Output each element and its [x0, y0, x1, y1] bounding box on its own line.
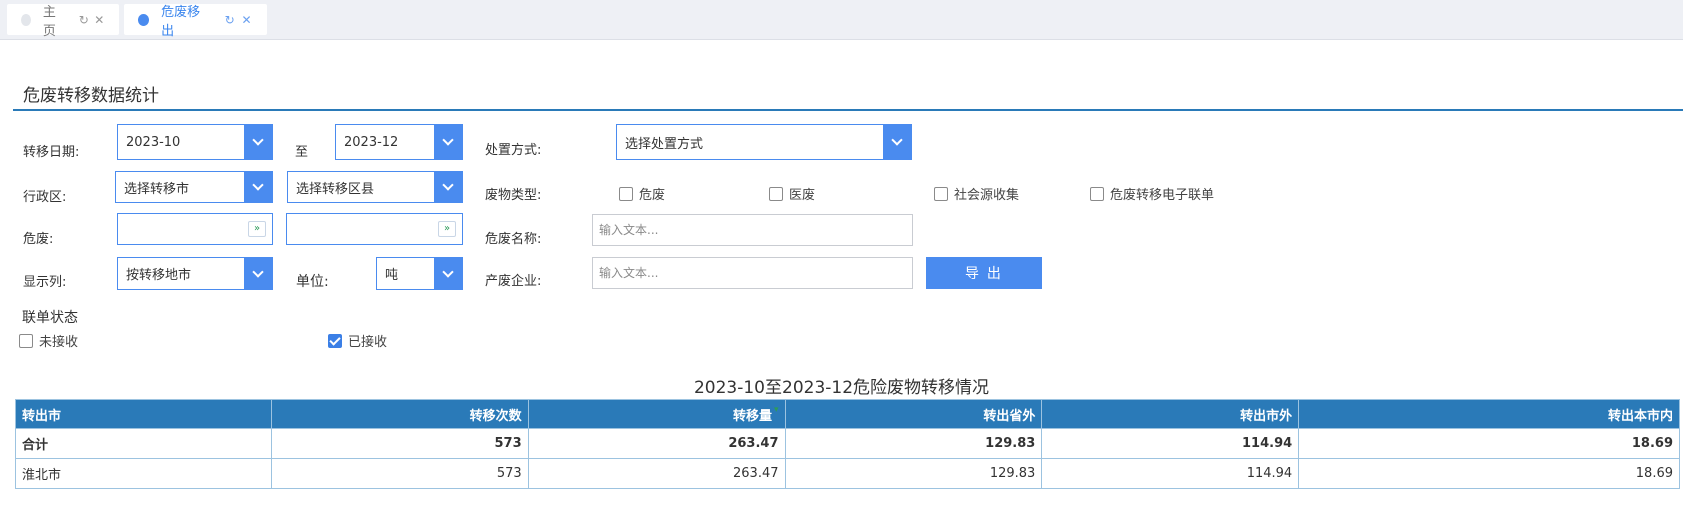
close-icon[interactable]: ✕ [240, 13, 253, 27]
date-to-select[interactable]: 2023-12 [335, 124, 463, 160]
table-cell: 129.83 [784, 458, 1043, 489]
waste-type-label: 废物类型: [485, 188, 542, 203]
checkbox-box[interactable] [934, 186, 948, 201]
date-to-value: 2023-12 [344, 134, 399, 150]
checkbox-label: 已接收 [348, 335, 388, 350]
tab-label: 主页 [42, 4, 56, 39]
city-value: 选择转移市 [124, 181, 190, 197]
table-row-total: 合计 573 263.47 129.83 114.94 18.69 [15, 428, 1680, 459]
hazard-code-combo[interactable]: » [286, 213, 463, 245]
table-cell: 263.47 [527, 458, 786, 489]
column-header[interactable]: 转移次数 [270, 399, 529, 429]
checkbox-box[interactable] [769, 186, 783, 201]
hazard-label: 危废: [23, 232, 54, 247]
chevron-down-icon[interactable] [434, 125, 462, 159]
tab-label: 危废移出 [161, 4, 201, 39]
county-select[interactable]: 选择转移区县 [287, 171, 463, 203]
refresh-icon[interactable]: ↻ [223, 13, 236, 27]
disposal-select[interactable]: 选择处置方式 [616, 124, 912, 160]
chevron-down-icon[interactable] [244, 258, 272, 289]
table-cell: 114.94 [1041, 458, 1300, 489]
disposal-value: 选择处置方式 [625, 136, 704, 152]
checkbox-label: 未接收 [39, 335, 79, 350]
chevron-down-icon[interactable] [434, 258, 462, 289]
double-chevron-icon[interactable]: » [248, 221, 266, 237]
column-header[interactable]: 转出省外 [784, 399, 1043, 429]
checkbox-box[interactable] [619, 186, 633, 201]
waste-type-medical-checkbox[interactable]: 医废 [769, 184, 815, 203]
city-select[interactable]: 选择转移市 [115, 171, 273, 203]
table-cell: 18.69 [1298, 458, 1680, 489]
table-cell: 129.83 [784, 428, 1043, 459]
chevron-down-icon[interactable] [244, 125, 272, 159]
status-label: 联单状态 [22, 310, 78, 326]
checkbox-label: 危废 [639, 188, 666, 203]
export-button[interactable]: 导 出 [926, 257, 1042, 289]
unit-value: 吨 [385, 268, 399, 283]
table-row[interactable]: 淮北市 573 263.47 129.83 114.94 18.69 [15, 458, 1680, 489]
double-chevron-icon[interactable]: » [438, 221, 456, 237]
display-col-label: 显示列: [23, 275, 67, 290]
waste-type-eform-checkbox[interactable]: 危废转移电子联单 [1090, 184, 1214, 203]
checkbox-box[interactable] [1090, 186, 1104, 201]
title-divider [13, 109, 1683, 111]
table-cell: 573 [270, 458, 529, 489]
disposal-label: 处置方式: [485, 143, 542, 158]
report-table: 转出市 转移次数 转移量 ▾ 转出省外 转出市外 转出本市内 合计 573 263… [15, 399, 1680, 489]
tab-status-dot [21, 13, 31, 26]
unit-select[interactable]: 吨 [376, 257, 463, 290]
column-header[interactable]: 转出本市内 [1298, 399, 1680, 429]
checkbox-label: 危废转移电子联单 [1110, 188, 1215, 203]
table-cell: 263.47 [527, 428, 786, 459]
chevron-down-icon[interactable] [244, 172, 272, 202]
date-to-label: 至 [295, 145, 309, 160]
region-label: 行政区: [23, 190, 67, 205]
hazard-category-combo[interactable]: » [117, 213, 273, 245]
table-cell: 淮北市 [15, 458, 272, 489]
status-not-received-checkbox[interactable]: 未接收 [19, 331, 78, 350]
producer-input[interactable] [592, 257, 913, 289]
tab-status-dot [138, 13, 150, 26]
sort-icon[interactable]: ▾ [774, 405, 779, 415]
tab-hazard-out[interactable]: 危废移出 ↻ ✕ [124, 4, 267, 39]
county-value: 选择转移区县 [296, 181, 375, 197]
display-col-value: 按转移地市 [126, 268, 192, 283]
table-cell: 114.94 [1041, 428, 1300, 459]
waste-type-social-checkbox[interactable]: 社会源收集 [934, 184, 1019, 203]
tab-home[interactable]: 主页 ↻ ✕ [7, 4, 119, 39]
table-header-row: 转出市 转移次数 转移量 ▾ 转出省外 转出市外 转出本市内 [15, 399, 1680, 429]
refresh-icon[interactable]: ↻ [78, 13, 89, 27]
checkbox-box[interactable] [19, 333, 33, 348]
column-header[interactable]: 转出市外 [1041, 399, 1300, 429]
table-cell: 573 [270, 428, 529, 459]
page-title: 危废转移数据统计 [23, 86, 159, 106]
hazard-name-input[interactable] [592, 214, 913, 246]
unit-label: 单位: [296, 274, 329, 290]
table-cell: 18.69 [1298, 428, 1680, 459]
tab-bar: 主页 ↻ ✕ 危废移出 ↻ ✕ [0, 0, 1683, 40]
hazard-name-label: 危废名称: [485, 232, 542, 247]
display-col-select[interactable]: 按转移地市 [117, 257, 273, 290]
column-header[interactable]: 转移量 ▾ [527, 399, 786, 429]
report-title: 2023-10至2023-12危险废物转移情况 [693, 378, 990, 398]
chevron-down-icon[interactable] [434, 172, 462, 202]
date-from-value: 2023-10 [126, 134, 181, 150]
date-from-select[interactable]: 2023-10 [117, 124, 273, 160]
column-header[interactable]: 转出市 [15, 399, 272, 429]
table-cell: 合计 [15, 428, 272, 459]
chevron-down-icon[interactable] [883, 125, 911, 159]
waste-type-hazard-checkbox[interactable]: 危废 [619, 184, 665, 203]
date-label: 转移日期: [23, 145, 80, 160]
close-icon[interactable]: ✕ [94, 13, 105, 27]
checkbox-label: 医废 [789, 188, 816, 203]
producer-label: 产废企业: [485, 274, 542, 289]
status-received-checkbox[interactable]: 已接收 [328, 331, 387, 350]
checkbox-label: 社会源收集 [954, 188, 1020, 203]
checkbox-box-checked[interactable] [328, 333, 342, 348]
column-header-label: 转移量 [732, 408, 772, 424]
